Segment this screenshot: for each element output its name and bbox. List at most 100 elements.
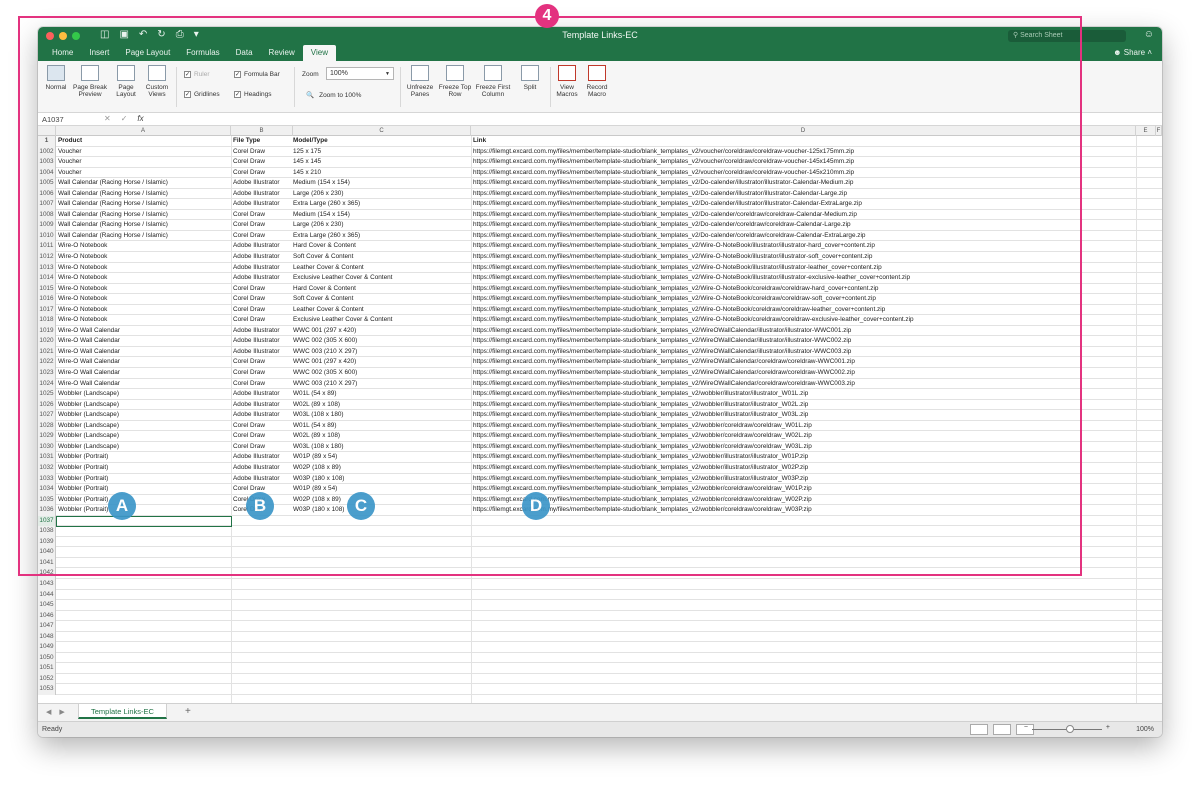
row-number[interactable]: 1042 — [38, 568, 56, 579]
table-row[interactable]: 1019 Wire-O Wall Calendar Adobe Illustrato… — [38, 325, 1162, 337]
row-number[interactable]: 1037 — [38, 515, 56, 527]
table-row[interactable]: 1041 — [38, 557, 1162, 569]
row-number[interactable]: 1019 — [38, 325, 56, 337]
row-number[interactable]: 1009 — [38, 220, 56, 231]
table-row[interactable]: 1006 Wall Calendar (Racing Horse / Islami… — [38, 188, 1162, 200]
zoom-in-icon[interactable]: + — [1106, 724, 1110, 731]
row-number[interactable]: 1028 — [38, 420, 56, 432]
sheet-tab-template-links[interactable]: Template Links-EC — [78, 704, 167, 719]
row-number[interactable]: 1049 — [38, 642, 56, 653]
add-sheet-icon[interactable]: + — [185, 706, 191, 717]
zoom-to-100-button[interactable]: 🔍 Zoom to 100% — [306, 91, 361, 100]
table-row[interactable]: 1031 Wobbler (Portrait) Adobe Illustrator W… — [38, 452, 1162, 463]
row-number[interactable]: 1003 — [38, 157, 56, 168]
table-row[interactable]: 1014 Wire-O Notebook Adobe Illustrator Excl… — [38, 273, 1162, 284]
tab-data[interactable]: Data — [228, 45, 261, 61]
table-row[interactable]: 1042 — [38, 568, 1162, 579]
row-number[interactable]: 1041 — [38, 557, 56, 569]
row-number[interactable]: 1013 — [38, 262, 56, 274]
table-row[interactable]: 1009 Wall Calendar (Racing Horse / Islami… — [38, 220, 1162, 231]
row-number[interactable]: 1043 — [38, 578, 56, 590]
table-row[interactable]: 1022 Wire-O Wall Calendar Corel Draw WWC 00… — [38, 357, 1162, 369]
table-row[interactable]: 1002 Voucher Corel Draw 125 x 175 https://fi… — [38, 146, 1162, 158]
table-row[interactable]: 1 Product File Type Model/Type Link — [38, 136, 1162, 147]
table-row[interactable]: 1038 — [38, 526, 1162, 537]
table-row[interactable]: 1023 Wire-O Wall Calendar Corel Draw WWC 00… — [38, 368, 1162, 379]
row-number[interactable]: 1044 — [38, 589, 56, 601]
table-row[interactable]: 1039 — [38, 536, 1162, 548]
table-row[interactable]: 1044 — [38, 589, 1162, 601]
row-number[interactable]: 1006 — [38, 188, 56, 200]
table-row[interactable]: 1029 Wobbler (Landscape) Corel Draw W02L (8… — [38, 431, 1162, 442]
row-number[interactable]: 1004 — [38, 167, 56, 179]
table-row[interactable]: 1008 Wall Calendar (Racing Horse / Islami… — [38, 209, 1162, 221]
confirm-icon[interactable]: ✓ — [121, 114, 128, 123]
selected-cell-a1037[interactable] — [56, 515, 232, 527]
row-number[interactable]: 1032 — [38, 462, 56, 474]
table-row[interactable]: 1032 Wobbler (Portrait) Adobe Illustrator W… — [38, 462, 1162, 474]
table-row[interactable]: 1053 — [38, 684, 1162, 695]
tab-home[interactable]: Home — [44, 45, 81, 61]
tab-page-layout[interactable]: Page Layout — [117, 45, 178, 61]
zoom-out-icon[interactable]: − — [1024, 724, 1028, 731]
formula-bar-checkbox[interactable]: ✓ Formula Bar — [234, 71, 280, 78]
table-row[interactable]: 1052 — [38, 673, 1162, 685]
row-number[interactable]: 1046 — [38, 610, 56, 622]
row-number[interactable]: 1036 — [38, 505, 56, 516]
row-number[interactable]: 1005 — [38, 178, 56, 189]
ruler-checkbox[interactable]: ✓ Ruler — [184, 71, 210, 78]
row-number[interactable]: 1012 — [38, 252, 56, 263]
row-number[interactable]: 1016 — [38, 294, 56, 305]
row-number[interactable]: 1020 — [38, 336, 56, 347]
column-header-c[interactable]: C — [293, 126, 471, 136]
function-icon[interactable]: fx — [137, 114, 143, 123]
row-number[interactable]: 1011 — [38, 241, 56, 253]
table-row[interactable]: 1011 Wire-O Notebook Adobe Illustrator Hard… — [38, 241, 1162, 253]
tab-review[interactable]: Review — [261, 45, 303, 61]
row-number[interactable]: 1034 — [38, 484, 56, 495]
table-row[interactable]: 1010 Wall Calendar (Racing Horse / Islami… — [38, 230, 1162, 242]
table-row[interactable]: 1040 — [38, 547, 1162, 558]
column-header-e[interactable]: E — [1136, 126, 1156, 136]
next-sheet-icon[interactable]: ▶ — [59, 708, 64, 716]
table-row[interactable]: 1034 Wobbler (Portrait) Corel Draw W01P (89… — [38, 484, 1162, 495]
table-row[interactable]: 1033 Wobbler (Portrait) Adobe Illustrator W… — [38, 473, 1162, 485]
table-row[interactable]: 1024 Wire-O Wall Calendar Corel Draw WWC 00… — [38, 378, 1162, 390]
table-row[interactable]: 1003 Voucher Corel Draw 145 x 145 https://fi… — [38, 157, 1162, 168]
page-layout-button[interactable]: Page Layout — [112, 65, 140, 98]
row-number[interactable]: 1033 — [38, 473, 56, 485]
row-number[interactable]: 1022 — [38, 357, 56, 369]
zoom-slider-handle[interactable] — [1066, 725, 1074, 733]
row-number[interactable]: 1029 — [38, 431, 56, 442]
row-number[interactable]: 1045 — [38, 600, 56, 611]
normal-view-button[interactable]: Normal — [42, 65, 70, 91]
headings-checkbox[interactable]: ✓ Headings — [234, 91, 271, 98]
table-row[interactable]: 1047 — [38, 621, 1162, 632]
row-number[interactable]: 1024 — [38, 378, 56, 390]
row-number[interactable]: 1010 — [38, 230, 56, 242]
unfreeze-panes-button[interactable]: Unfreeze Panes — [402, 65, 438, 98]
gridlines-checkbox[interactable]: ✓ Gridlines — [184, 91, 220, 98]
table-row[interactable]: 1050 — [38, 652, 1162, 664]
row-number[interactable]: 1048 — [38, 631, 56, 643]
table-row[interactable]: 1048 — [38, 631, 1162, 643]
select-all-corner[interactable] — [38, 126, 56, 136]
zoom-select[interactable]: 100% ▼ — [326, 67, 394, 80]
share-button[interactable]: ☻ Share ˄ — [1113, 48, 1152, 57]
table-row[interactable]: 1027 Wobbler (Landscape) Adobe Illustrator… — [38, 410, 1162, 421]
table-row[interactable]: 1051 — [38, 663, 1162, 674]
row-number[interactable]: 1023 — [38, 368, 56, 379]
row-number[interactable]: 1038 — [38, 526, 56, 537]
table-row[interactable]: 1004 Voucher Corel Draw 145 x 210 https://fi… — [38, 167, 1162, 179]
table-row[interactable]: 1045 — [38, 600, 1162, 611]
row-number[interactable]: 1052 — [38, 673, 56, 685]
table-row[interactable]: 1035Wobbler (Portrait)Corel DrawW02P (10… — [38, 494, 1162, 506]
table-row[interactable]: 1030 Wobbler (Landscape) Corel Draw W03L (1… — [38, 441, 1162, 453]
tab-insert[interactable]: Insert — [81, 45, 117, 61]
tab-formulas[interactable]: Formulas — [178, 45, 227, 61]
row-number[interactable]: 1007 — [38, 199, 56, 210]
row-number[interactable]: 1021 — [38, 346, 56, 358]
row-number[interactable]: 1035 — [38, 494, 56, 506]
table-row[interactable]: 1007 Wall Calendar (Racing Horse / Islami… — [38, 199, 1162, 210]
page-layout-status-icon[interactable] — [993, 724, 1011, 735]
